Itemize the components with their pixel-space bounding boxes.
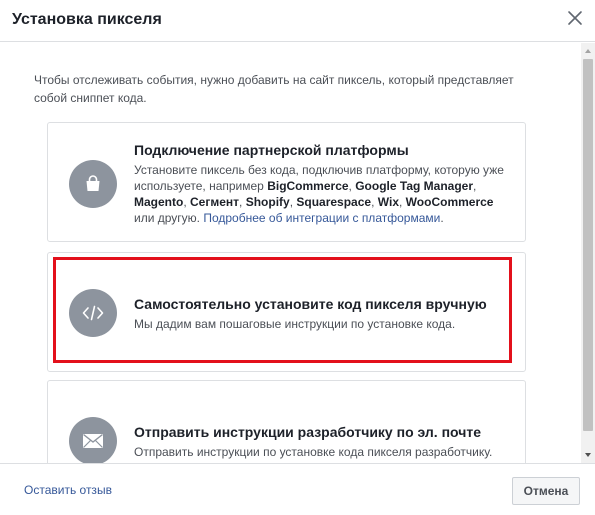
option-description: Отправить инструкции по установке кода п…: [134, 445, 493, 459]
partner-name: BigCommerce: [267, 179, 349, 193]
option-description: Установите пиксель без кода, подключив п…: [134, 163, 504, 225]
code-icon: [82, 305, 104, 321]
option-manual-install[interactable]: Самостоятельно установите код пикселя вр…: [47, 252, 526, 372]
scroll-up-arrow-icon[interactable]: [585, 49, 591, 53]
scrollbar-thumb[interactable]: [583, 59, 593, 431]
partner-name: WooCommerce: [405, 195, 494, 209]
partner-name: Google Tag Manager: [355, 179, 474, 193]
platform-integration-link[interactable]: Подробнее об интеграции с платформами: [203, 211, 440, 225]
option-title: Подключение партнерской платформы: [134, 142, 409, 158]
cancel-button[interactable]: Отмена: [512, 477, 580, 505]
pixel-setup-dialog: Установка пикселя Чтобы отслеживать собы…: [0, 0, 595, 515]
partner-name: Shopify: [245, 195, 290, 209]
feedback-link[interactable]: Оставить отзыв: [24, 483, 112, 497]
shopping-bag-icon: [86, 175, 100, 191]
icon-circle: [69, 289, 117, 337]
partner-name: Сегмент: [190, 195, 240, 209]
dialog-header: Установка пикселя: [0, 0, 595, 42]
icon-circle: [69, 160, 117, 208]
dialog-footer: Оставить отзыв Отмена: [0, 463, 595, 515]
dialog-content: Чтобы отслеживать события, нужно добавит…: [0, 43, 580, 463]
partner-name: Wix: [377, 195, 399, 209]
intro-text: Чтобы отслеживать события, нужно добавит…: [34, 73, 514, 105]
close-icon[interactable]: [567, 10, 583, 26]
dialog-title: Установка пикселя: [12, 11, 162, 28]
option-email-developer[interactable]: Отправить инструкции разработчику по эл.…: [47, 380, 526, 463]
option-partner-platform[interactable]: Подключение партнерской платформы Устано…: [47, 122, 526, 242]
option-title: Самостоятельно установите код пикселя вр…: [134, 296, 487, 312]
partner-name: Squarespace: [296, 195, 372, 209]
option-description: Мы дадим вам пошаговые инструкции по уст…: [134, 317, 456, 331]
icon-circle: [69, 417, 117, 463]
option-title: Отправить инструкции разработчику по эл.…: [134, 424, 481, 440]
scrollbar[interactable]: [581, 43, 595, 463]
option-text: Отправить инструкции разработчику по эл.…: [134, 423, 514, 460]
scroll-down-arrow-icon[interactable]: [585, 453, 591, 457]
option-text: Самостоятельно установите код пикселя вр…: [134, 295, 514, 332]
envelope-icon: [83, 433, 103, 448]
partner-name: Magento: [134, 195, 184, 209]
option-text: Подключение партнерской платформы Устано…: [134, 141, 514, 226]
